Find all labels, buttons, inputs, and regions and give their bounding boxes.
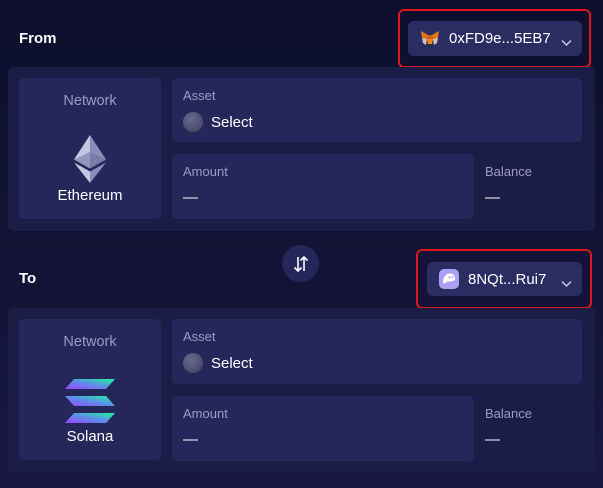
amount-value[interactable]: — [183, 431, 198, 448]
from-label: From [19, 30, 57, 47]
from-panel: Network Ethereum Asset Select Amount — B… [8, 67, 595, 231]
ethereum-icon [74, 135, 106, 188]
asset-label: Asset [183, 329, 216, 344]
amount-label: Amount [183, 164, 228, 179]
balance-label: Balance [485, 406, 532, 421]
from-amount-field[interactable]: Amount — [172, 154, 474, 219]
to-label: To [19, 270, 37, 287]
asset-select-label: Select [211, 354, 253, 372]
phantom-ghost-icon [439, 269, 459, 289]
asset-select[interactable]: Select [183, 353, 253, 373]
from-asset-field[interactable]: Asset Select [172, 78, 582, 142]
asset-select-label: Select [211, 113, 253, 131]
swap-arrows-icon [292, 255, 310, 273]
asset-label: Asset [183, 88, 216, 103]
balance-label: Balance [485, 164, 532, 179]
balance-value: — [485, 189, 500, 206]
from-wallet-address: 0xFD9e...5EB7 [449, 30, 551, 47]
token-placeholder-icon [183, 112, 203, 132]
chevron-down-icon [561, 34, 572, 47]
to-amount-field[interactable]: Amount — [172, 396, 474, 461]
network-name: Ethereum [57, 187, 123, 204]
from-network-card[interactable]: Network Ethereum [19, 78, 161, 219]
balance-value: — [485, 431, 500, 448]
to-asset-field[interactable]: Asset Select [172, 319, 582, 384]
network-name: Solana [66, 428, 114, 445]
to-balance: Balance — [474, 396, 582, 461]
network-label: Network [63, 334, 117, 350]
asset-select[interactable]: Select [183, 112, 253, 132]
chevron-down-icon [561, 275, 572, 287]
from-balance: Balance — [474, 154, 582, 219]
solana-icon [65, 379, 115, 428]
amount-label: Amount [183, 406, 228, 421]
to-wallet-address: 8NQt...Rui7 [468, 270, 547, 288]
token-placeholder-icon [183, 353, 203, 373]
metamask-fox-icon [420, 30, 440, 48]
from-wallet-button[interactable]: 0xFD9e...5EB7 [408, 21, 582, 56]
amount-value[interactable]: — [183, 189, 198, 206]
network-label: Network [63, 93, 117, 109]
to-panel: Network Solana Asset Select Amount — Bal… [8, 308, 595, 472]
swap-direction-button[interactable] [282, 245, 319, 282]
to-wallet-button[interactable]: 8NQt...Rui7 [427, 262, 582, 296]
to-network-card[interactable]: Network Solana [19, 319, 161, 460]
